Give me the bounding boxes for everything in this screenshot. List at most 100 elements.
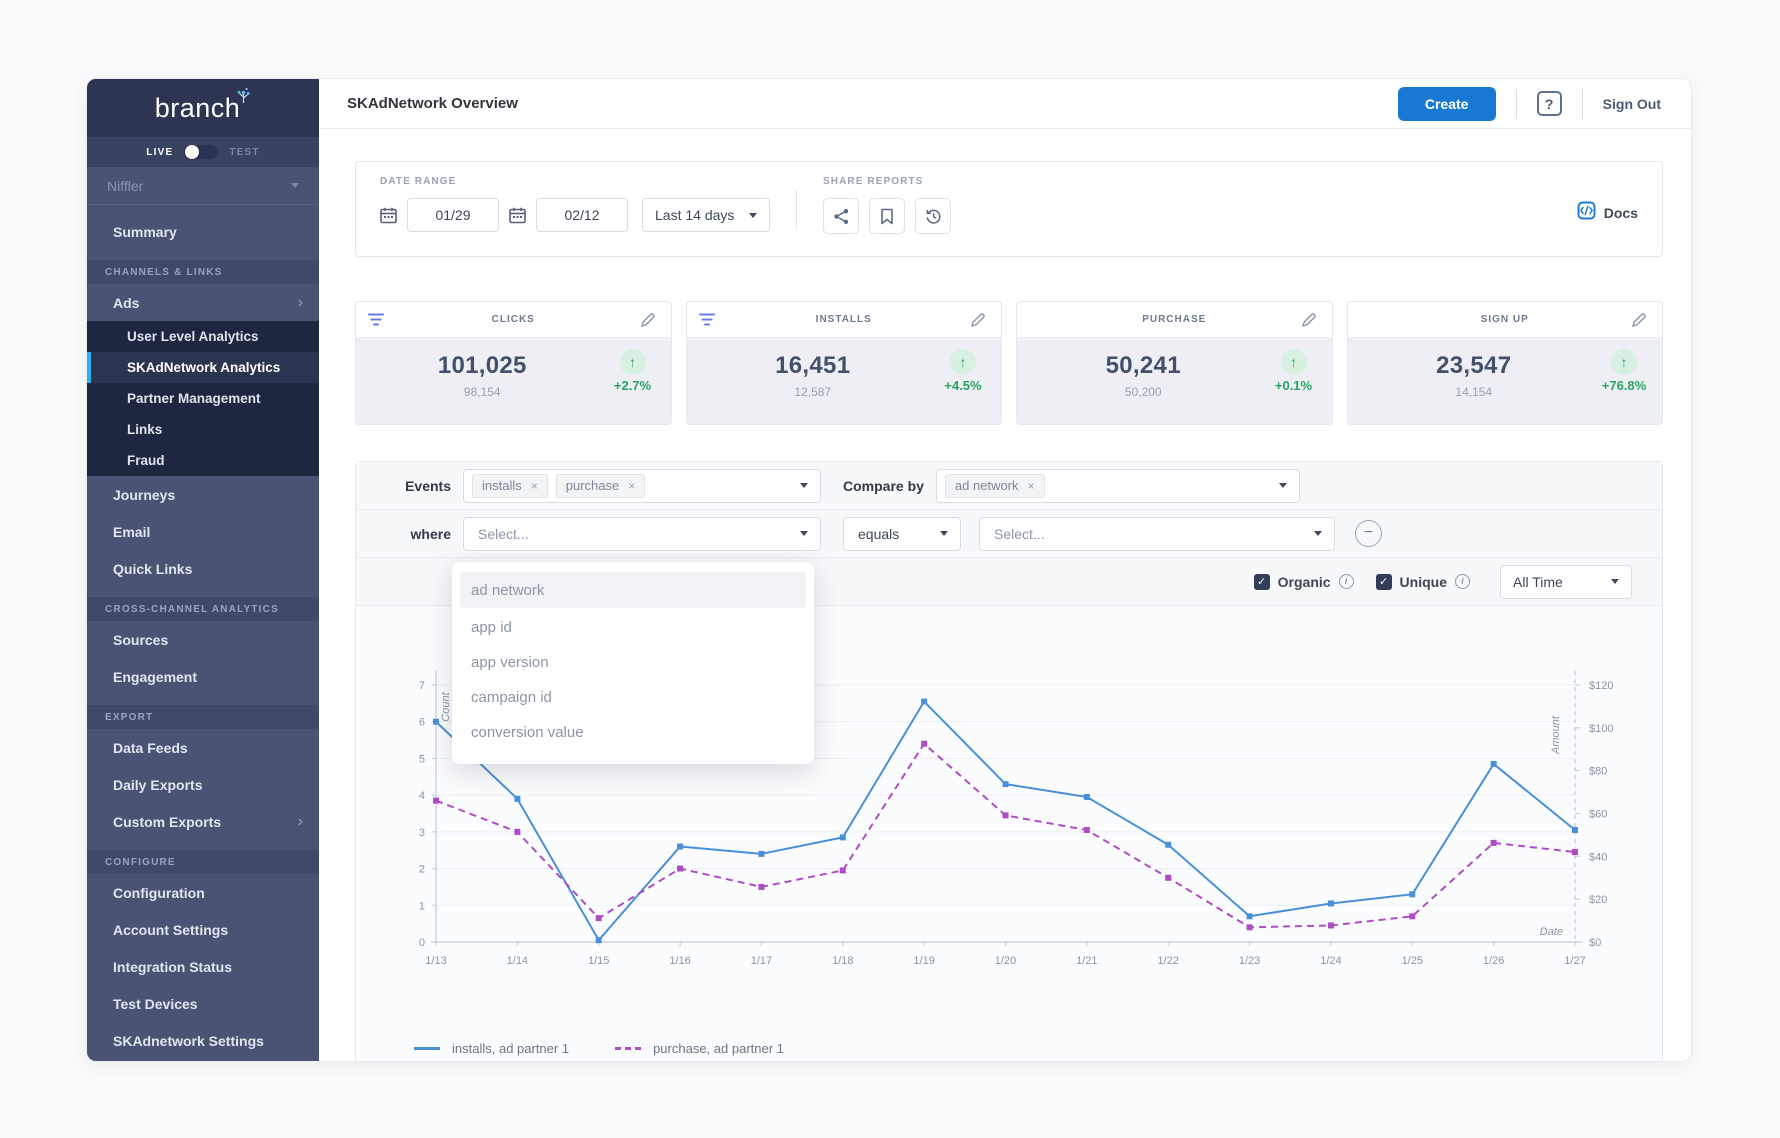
info-icon[interactable]: i [1455, 574, 1470, 589]
sidebar-item-ads[interactable]: Ads› [87, 284, 319, 321]
svg-text:1: 1 [419, 900, 425, 912]
chevron-down-icon [749, 213, 757, 218]
chart-legend: installs, ad partner 1purchase, ad partn… [356, 1031, 1662, 1062]
operator-value: equals [852, 526, 899, 542]
sidebar-item-sources[interactable]: Sources [87, 621, 319, 658]
sidebar-item-configuration[interactable]: Configuration [87, 874, 319, 911]
where-field-select[interactable]: Select... [463, 517, 821, 551]
metric-previous-value: 98,154 [366, 385, 599, 399]
sidebar-item-fraud[interactable]: Fraud [87, 445, 319, 476]
start-date-input[interactable] [407, 198, 499, 232]
chevron-right-icon: › [298, 814, 303, 830]
share-button[interactable] [823, 198, 859, 234]
info-icon[interactable]: i [1339, 574, 1354, 589]
docs-link[interactable]: Docs [1577, 201, 1638, 231]
chip-installs[interactable]: installs× [472, 474, 548, 498]
svg-text:1/13: 1/13 [425, 955, 446, 967]
sidebar-item-test-devices[interactable]: Test Devices [87, 985, 319, 1022]
history-button[interactable] [915, 198, 951, 234]
sidebar-section-channels-links: CHANNELS & LINKS [87, 260, 319, 284]
sidebar-item-daily-exports[interactable]: Daily Exports [87, 766, 319, 803]
calendar-icon[interactable] [380, 207, 397, 224]
events-label: Events [356, 478, 451, 494]
page-title: SKAdNetwork Overview [347, 95, 518, 112]
calendar-icon[interactable] [509, 207, 526, 224]
chip-ad-network[interactable]: ad network × [945, 474, 1045, 498]
svg-text:Count: Count [440, 691, 452, 721]
sidebar-item-email[interactable]: Email [87, 513, 319, 550]
sidebar-item-label: Engagement [113, 669, 197, 685]
edit-icon[interactable] [971, 313, 989, 327]
live-test-toggle[interactable] [184, 145, 218, 159]
main-content: SKAdNetwork Overview Create ? Sign Out D… [319, 79, 1691, 1061]
remove-filter-button[interactable]: − [1355, 520, 1382, 547]
unique-checkbox[interactable]: ✓ [1376, 574, 1392, 590]
sidebar-item-partner-management[interactable]: Partner Management [87, 383, 319, 414]
chip-label: ad network [955, 478, 1019, 493]
edit-icon[interactable] [641, 313, 659, 327]
operator-select[interactable]: equals [843, 517, 961, 551]
where-value-select[interactable]: Select... [979, 517, 1335, 551]
chip-remove-icon[interactable]: × [1028, 479, 1035, 493]
svg-text:5: 5 [419, 753, 425, 765]
chip-purchase[interactable]: purchase × [556, 474, 646, 498]
sidebar-item-engagement[interactable]: Engagement [87, 658, 319, 695]
svg-text:$120: $120 [1589, 680, 1613, 692]
sidebar-item-links[interactable]: Links [87, 414, 319, 445]
filter-icon[interactable] [699, 313, 717, 326]
end-date-input[interactable] [536, 198, 628, 232]
organic-checkbox[interactable]: ✓ [1254, 574, 1270, 590]
chip-remove-icon[interactable]: × [531, 479, 538, 493]
divider [1582, 89, 1583, 119]
date-preset-dropdown[interactable]: Last 14 days [642, 198, 770, 232]
time-range-dropdown[interactable]: All Time [1500, 565, 1632, 599]
sign-out-link[interactable]: Sign Out [1603, 96, 1661, 112]
sidebar-item-quick-links[interactable]: Quick Links [87, 550, 319, 587]
chip-label: purchase [566, 478, 619, 493]
workspace-selector[interactable]: Niffler [87, 167, 319, 205]
sidebar-item-label: Integration Status [113, 959, 232, 975]
dropdown-option-campaign-id[interactable]: campaign id [452, 680, 814, 715]
date-range-group: DATE RANGE Last 14 days [380, 176, 770, 256]
sidebar-item-label: Links [127, 422, 162, 437]
sidebar-item-account-settings[interactable]: Account Settings [87, 911, 319, 948]
bookmark-button[interactable] [869, 198, 905, 234]
chip-remove-icon[interactable]: × [628, 479, 635, 493]
sidebar-item-custom-exports[interactable]: Custom Exports› [87, 803, 319, 840]
svg-text:$100: $100 [1589, 723, 1613, 735]
help-button[interactable]: ? [1537, 91, 1562, 116]
svg-text:7: 7 [419, 680, 425, 692]
svg-text:1/20: 1/20 [995, 955, 1016, 967]
dropdown-option-ad-network[interactable]: ad network [460, 572, 806, 608]
create-button[interactable]: Create [1398, 87, 1496, 121]
sidebar-item-skadnetwork-settings[interactable]: SKAdnetwork Settings [87, 1022, 319, 1059]
sidebar-item-data-feeds[interactable]: Data Feeds [87, 729, 319, 766]
sidebar-item-user-level-analytics[interactable]: User Level Analytics [87, 321, 319, 352]
svg-text:$60: $60 [1589, 809, 1607, 821]
dropdown-option-app-id[interactable]: app id [452, 610, 814, 645]
metric-delta: ↑+4.5% [935, 349, 991, 393]
edit-icon[interactable] [1302, 313, 1320, 327]
metric-value: 101,025 [366, 352, 599, 380]
events-select[interactable]: installs× purchase × [463, 469, 821, 503]
dropdown-option-conversion-value[interactable]: conversion value [452, 715, 814, 750]
dropdown-option-app-version[interactable]: app version [452, 645, 814, 680]
metric-previous-value: 50,200 [1027, 385, 1260, 399]
filter-icon[interactable] [368, 313, 386, 326]
metric-card-body: 50,24150,200↑+0.1% [1017, 338, 1332, 425]
metric-cards-row: CLICKS101,02598,154↑+2.7%INSTALLS16,4511… [355, 301, 1663, 425]
sidebar-item-integration-status[interactable]: Integration Status [87, 948, 319, 985]
sidebar-item-skadnetwork-analytics[interactable]: SKAdNetwork Analytics [87, 352, 319, 383]
compare-by-select[interactable]: ad network × [936, 469, 1300, 503]
sidebar-section-export: EXPORT [87, 705, 319, 729]
legend-purchase-ad-partner-1: purchase, ad partner 1 [615, 1041, 784, 1056]
sidebar-item-label: Test Devices [113, 996, 198, 1012]
metric-delta-percent: +0.1% [1266, 378, 1322, 393]
metric-card-sign-up: SIGN UP23,54714,154↑+76.8% [1347, 301, 1664, 425]
svg-text:1/21: 1/21 [1076, 955, 1097, 967]
svg-text:$0: $0 [1589, 937, 1601, 949]
sidebar-item-journeys[interactable]: Journeys [87, 476, 319, 513]
sidebar-item-summary[interactable]: Summary [87, 213, 319, 250]
svg-text:$20: $20 [1589, 894, 1607, 906]
edit-icon[interactable] [1632, 313, 1650, 327]
